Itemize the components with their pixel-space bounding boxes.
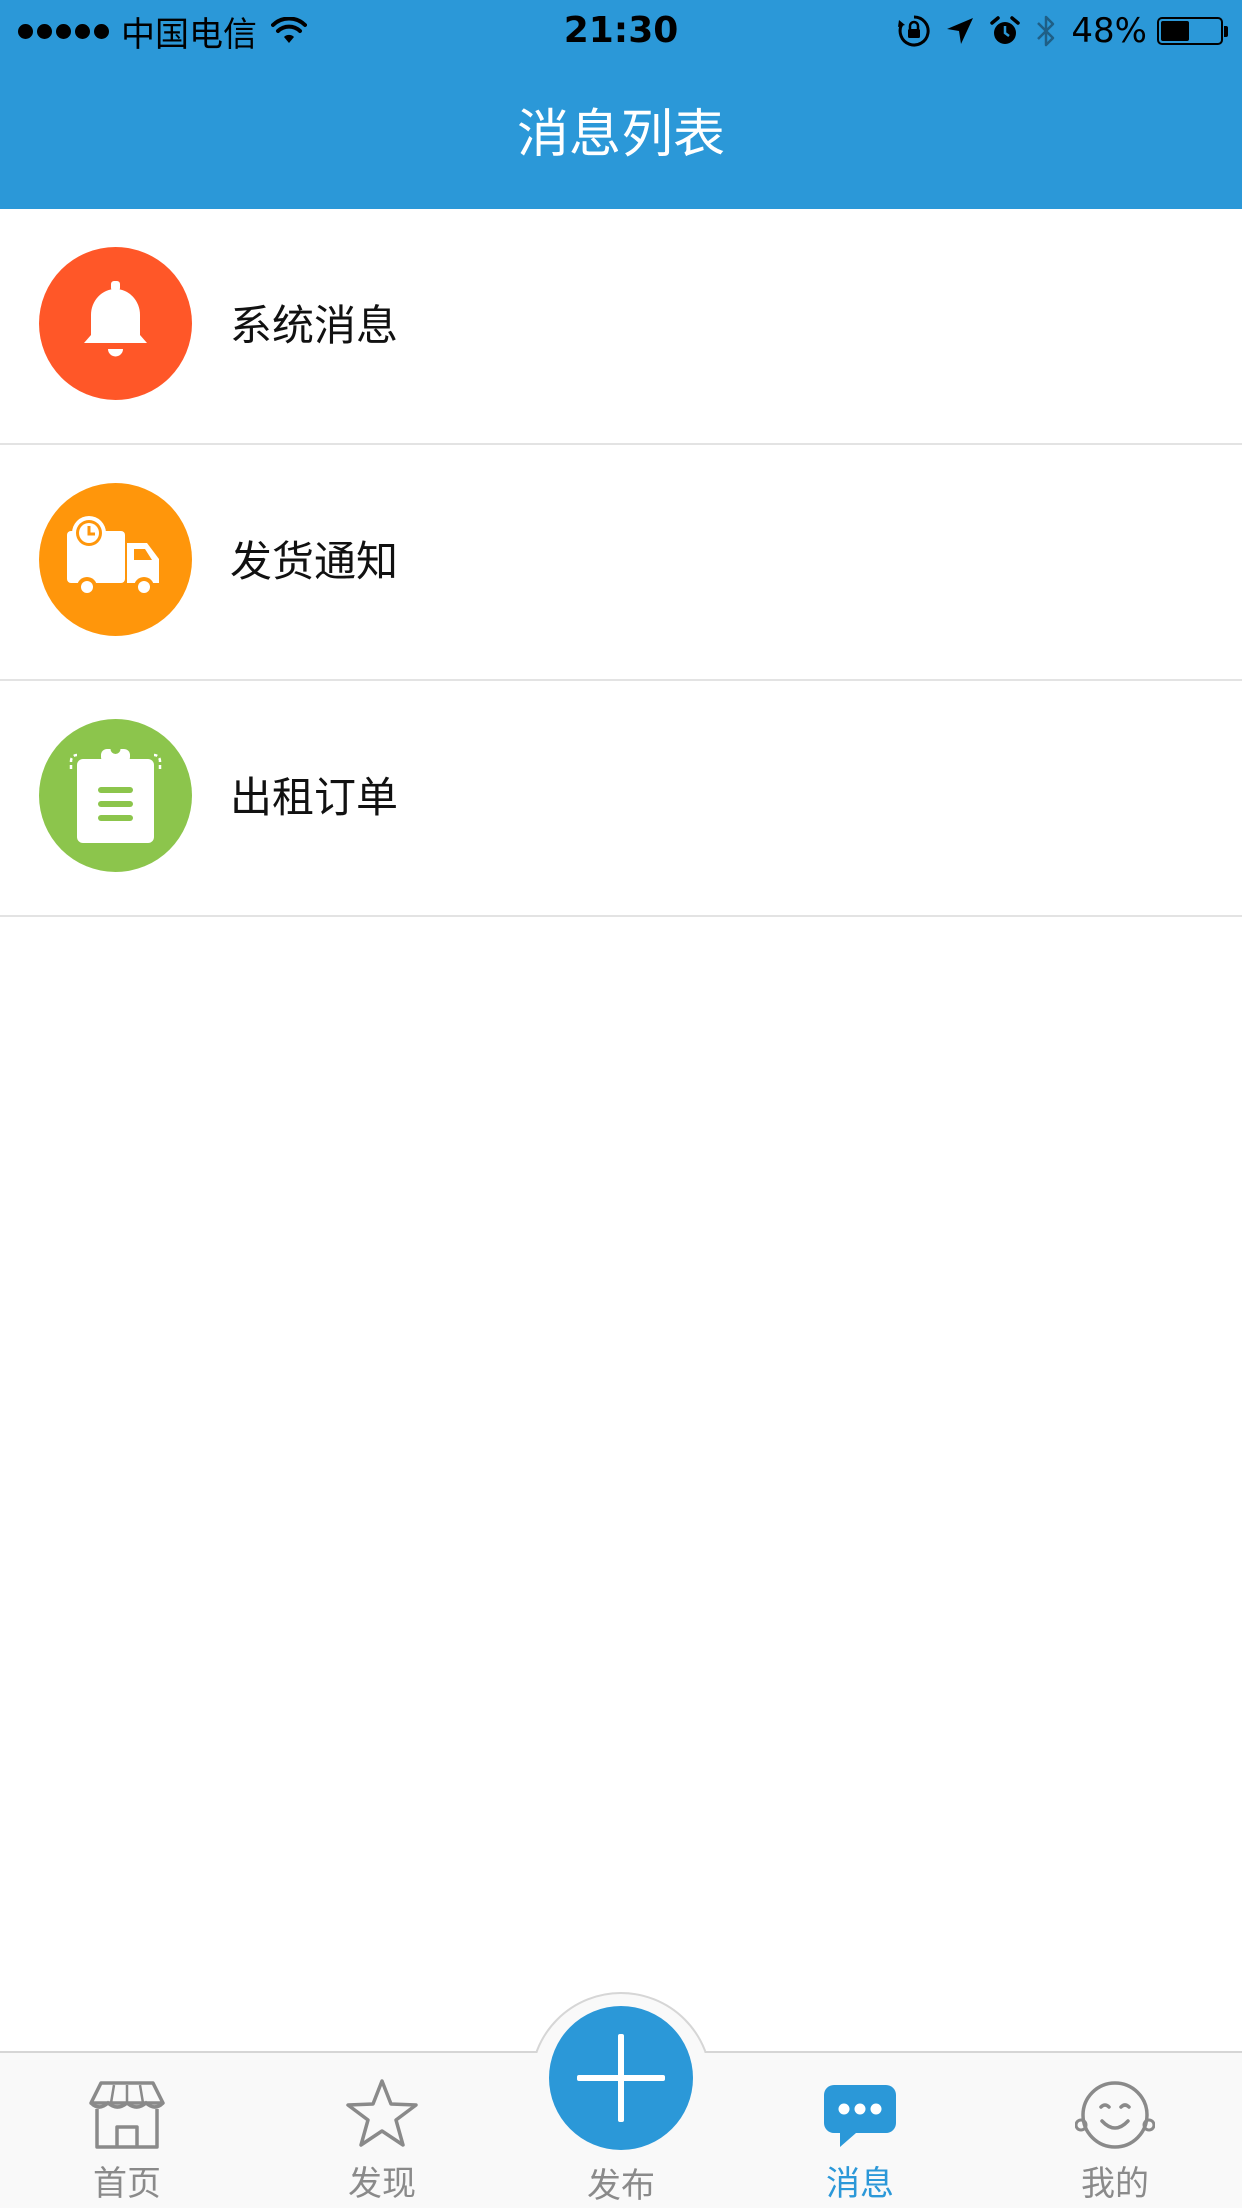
status-right: 48% — [883, 8, 1228, 54]
orientation-lock-icon — [898, 15, 931, 47]
chat-bubble-icon — [824, 2085, 896, 2147]
page-title: 消息列表 — [516, 105, 725, 165]
messages-screen: 中国电信 21:30 48% 消息列表 系统消息 发货通知 出租订单 首页 发现… — [0, 0, 1242, 2208]
tab-publish[interactable]: 发布 — [531, 2053, 711, 2208]
header: 中国电信 21:30 48% 消息列表 — [0, 0, 1242, 209]
clipboard-icon — [39, 719, 192, 872]
shop-icon — [89, 2081, 165, 2149]
bluetooth-icon — [1037, 15, 1055, 47]
battery-icon — [1157, 17, 1223, 45]
rental-order-badge — [39, 719, 192, 872]
location-arrow-icon — [947, 18, 974, 44]
list-item-label: 系统消息 — [230, 301, 399, 350]
tab-label: 消息 — [826, 2164, 894, 2204]
star-icon — [346, 2079, 418, 2147]
tab-label: 发现 — [348, 2164, 416, 2204]
list-item-label: 出租订单 — [230, 773, 399, 822]
bell-icon — [39, 247, 192, 400]
list-item-delivery-notice[interactable]: 发货通知 — [0, 445, 1242, 681]
battery-tip — [1224, 25, 1228, 37]
list-item-label: 发货通知 — [230, 537, 399, 586]
tab-home[interactable]: 首页 — [37, 2053, 217, 2208]
status-bar: 中国电信 21:30 48% — [0, 0, 1242, 62]
tab-discover[interactable]: 发现 — [292, 2053, 472, 2208]
alarm-icon — [990, 16, 1021, 44]
tab-messages[interactable]: 消息 — [770, 2053, 950, 2208]
delivery-truck-icon — [39, 483, 192, 636]
list-item-system-messages[interactable]: 系统消息 — [0, 209, 1242, 445]
message-list: 系统消息 发货通知 出租订单 — [0, 209, 1242, 917]
battery-level — [1161, 21, 1189, 41]
list-item-rental-orders[interactable]: 出租订单 — [0, 681, 1242, 917]
battery-percent: 48% — [1071, 11, 1147, 51]
tab-profile[interactable]: 我的 — [1025, 2053, 1205, 2208]
system-message-badge — [39, 247, 192, 400]
tab-bar: 首页 发现 发布 消息 我的 — [0, 1992, 1242, 2208]
smiley-face-icon — [1075, 2081, 1155, 2149]
delivery-notice-badge — [39, 483, 192, 636]
tab-label: 发布 — [587, 2166, 655, 2206]
tab-label: 首页 — [93, 2164, 161, 2204]
tab-label: 我的 — [1081, 2164, 1149, 2204]
